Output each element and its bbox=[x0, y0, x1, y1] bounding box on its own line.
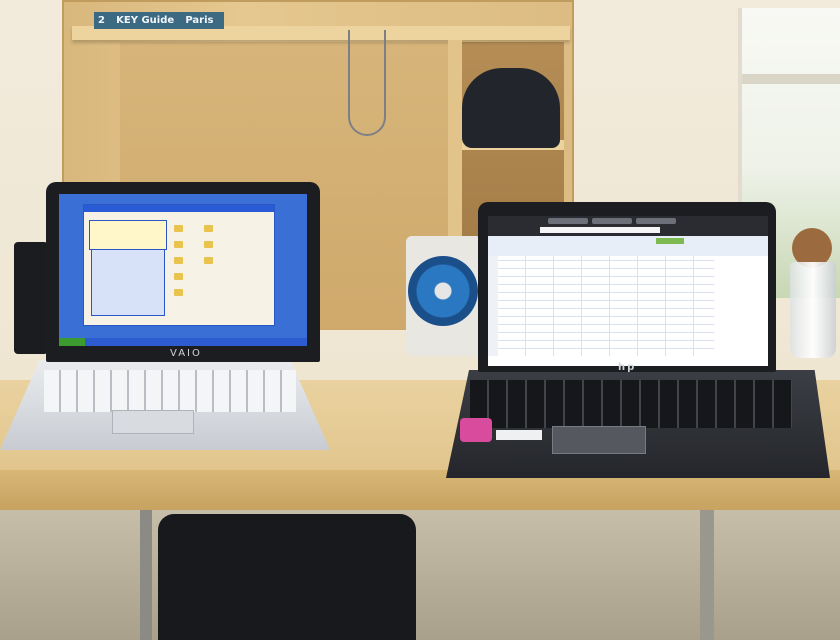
travel-guide-book: 2 KEY Guide Paris bbox=[94, 12, 224, 29]
vaio-screen bbox=[59, 194, 307, 346]
under-desk bbox=[0, 510, 840, 640]
dialog-window bbox=[89, 220, 167, 250]
book-number: 2 bbox=[98, 15, 105, 26]
status-indicator bbox=[656, 238, 684, 244]
vaio-laptop-lid: VAIO bbox=[46, 182, 320, 362]
sticker-label bbox=[496, 430, 542, 440]
book-series: KEY Guide bbox=[116, 15, 175, 26]
vaio-touchpad bbox=[112, 410, 194, 434]
browser-tab bbox=[548, 218, 588, 224]
glass-cup bbox=[790, 262, 836, 358]
window-frame bbox=[742, 74, 840, 84]
cd-disc bbox=[408, 256, 478, 326]
folder-icon bbox=[174, 241, 183, 248]
spreadsheet-toolbar bbox=[488, 236, 768, 256]
folder-icon bbox=[204, 225, 213, 232]
desk-leg-left bbox=[140, 510, 152, 640]
hp-screen bbox=[488, 216, 768, 366]
hp-logo: hp bbox=[618, 362, 637, 373]
hanging-cable bbox=[348, 30, 386, 136]
folder-icon bbox=[174, 257, 183, 264]
row-headers bbox=[488, 256, 498, 356]
cap bbox=[462, 68, 560, 148]
taskbar bbox=[59, 338, 307, 346]
hp-laptop-lid: hp bbox=[478, 202, 776, 373]
laptop-bag bbox=[158, 514, 416, 640]
vaio-keyboard bbox=[44, 370, 296, 412]
explorer-titlebar bbox=[84, 205, 274, 212]
sticker-icon bbox=[460, 418, 492, 442]
book-title: Paris bbox=[185, 15, 214, 26]
speaker bbox=[14, 242, 48, 354]
spreadsheet-grid bbox=[498, 256, 714, 356]
folder-icon bbox=[204, 257, 213, 264]
browser-tab bbox=[592, 218, 632, 224]
vaio-logo: VAIO bbox=[170, 348, 202, 359]
folder-icon bbox=[174, 273, 183, 280]
desk-leg-right bbox=[700, 510, 714, 640]
folder-icon bbox=[204, 241, 213, 248]
hp-keyboard bbox=[470, 380, 792, 428]
browser-tab bbox=[636, 218, 676, 224]
folder-icon bbox=[174, 225, 183, 232]
hp-touchpad bbox=[552, 426, 646, 454]
browser-toolbar bbox=[488, 216, 768, 236]
start-button bbox=[59, 338, 85, 346]
address-bar bbox=[540, 227, 660, 233]
folder-icon bbox=[174, 289, 183, 296]
